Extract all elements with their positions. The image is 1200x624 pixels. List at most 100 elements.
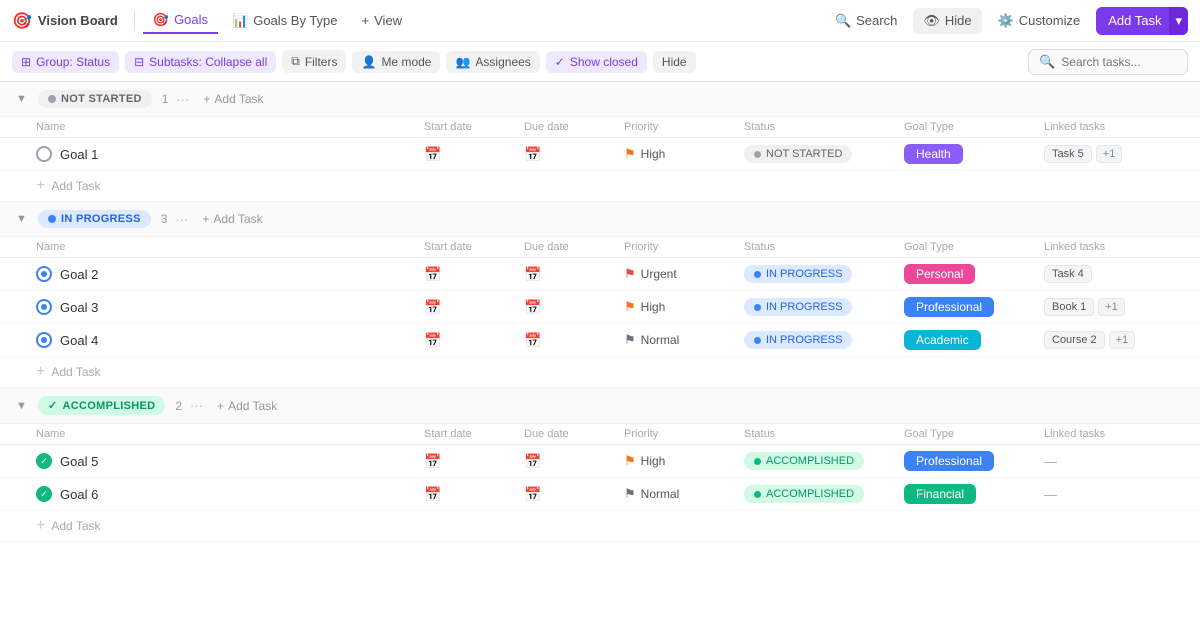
- collapse-not-started[interactable]: ▼: [16, 93, 30, 105]
- group-status-button[interactable]: ⊞ Group: Status: [12, 51, 119, 73]
- status-text-g3: IN PROGRESS: [766, 301, 842, 313]
- start-date-cell[interactable]: 📅: [424, 146, 524, 163]
- tab-goals-by-type[interactable]: 📊 Goals By Type: [222, 9, 348, 33]
- status-badge-g4: IN PROGRESS: [744, 331, 852, 349]
- in-progress-add-task[interactable]: + Add Task: [196, 210, 268, 228]
- in-progress-more[interactable]: ···: [175, 212, 188, 227]
- flag-high-g3: ⚑: [624, 299, 636, 315]
- customize-button[interactable]: ⚙️ Customize: [988, 8, 1091, 34]
- accomplished-add-row[interactable]: + Add Task: [0, 511, 1200, 542]
- status-g5: ACCOMPLISHED: [744, 452, 904, 470]
- calendar-icon[interactable]: 📅: [424, 146, 441, 163]
- task-row[interactable]: Goal 1 📅 📅 ⚑ High NOT STARTED Health Tas…: [0, 138, 1200, 171]
- task-row-goal3[interactable]: Goal 3 📅 📅 ⚑ High IN PROGRESS Profession…: [0, 291, 1200, 324]
- show-closed-button[interactable]: ✓ Show closed: [546, 51, 647, 73]
- add-task-button[interactable]: Add Task ▾: [1096, 7, 1188, 35]
- status-badge-g2: IN PROGRESS: [744, 265, 852, 283]
- assignees-icon: 👥: [455, 55, 470, 69]
- start-date-g3[interactable]: 📅: [424, 299, 524, 316]
- linked-more-g3[interactable]: +1: [1098, 298, 1125, 316]
- linked-more-g4[interactable]: +1: [1109, 331, 1136, 349]
- in-progress-add-row[interactable]: + Add Task: [0, 357, 1200, 388]
- linked-tag-g2[interactable]: Task 4: [1044, 265, 1092, 283]
- due-date-g2[interactable]: 📅: [524, 266, 624, 283]
- accomplished-add-task[interactable]: + Add Task: [211, 397, 283, 415]
- collapse-in-progress[interactable]: ▼: [16, 213, 30, 225]
- cal-g5-s[interactable]: 📅: [424, 453, 441, 470]
- start-date-g2[interactable]: 📅: [424, 266, 524, 283]
- assignees-button[interactable]: 👥 Assignees: [446, 51, 539, 73]
- cal-g2-s[interactable]: 📅: [424, 266, 441, 283]
- linked-more[interactable]: +1: [1096, 145, 1123, 163]
- task-row-goal4[interactable]: Goal 4 📅 📅 ⚑ Normal IN PROGRESS Academic…: [0, 324, 1200, 357]
- due-date-g4[interactable]: 📅: [524, 332, 624, 349]
- not-started-more[interactable]: ···: [176, 92, 189, 107]
- not-started-dot: [48, 95, 56, 103]
- due-date-g5[interactable]: 📅: [524, 453, 624, 470]
- subtasks-button[interactable]: ⊟ Subtasks: Collapse all: [125, 51, 276, 73]
- tab-view[interactable]: + View: [352, 9, 413, 32]
- status-badge-g6: ACCOMPLISHED: [744, 485, 864, 503]
- hide-label: Hide: [945, 13, 972, 28]
- search-box[interactable]: 🔍: [1028, 49, 1188, 75]
- due-date-g6[interactable]: 📅: [524, 486, 624, 503]
- hide-toolbar-button[interactable]: Hide: [653, 51, 696, 73]
- me-mode-label: Me mode: [381, 55, 431, 69]
- group-not-started-header: ▼ NOT STARTED 1 ··· + Add Task: [0, 82, 1200, 117]
- search-input[interactable]: [1061, 55, 1177, 69]
- task-row-goal5[interactable]: Goal 5 📅 📅 ⚑ High ACCOMPLISHED Professio…: [0, 445, 1200, 478]
- plus-icon: +: [203, 92, 210, 106]
- filters-button[interactable]: ⧉ Filters: [282, 50, 346, 73]
- brand-label: Vision Board: [38, 13, 118, 28]
- cal-g4-d[interactable]: 📅: [524, 332, 541, 349]
- cal-g6-s[interactable]: 📅: [424, 486, 441, 503]
- add-task-caret[interactable]: ▾: [1169, 7, 1188, 35]
- show-closed-label: Show closed: [570, 55, 638, 69]
- start-date-g5[interactable]: 📅: [424, 453, 524, 470]
- start-date-g6[interactable]: 📅: [424, 486, 524, 503]
- cal-g3-s[interactable]: 📅: [424, 299, 441, 316]
- cal-g2-d[interactable]: 📅: [524, 266, 541, 283]
- view-plus-icon: +: [362, 13, 370, 28]
- col-priority-acc: Priority: [624, 428, 744, 440]
- tab-goals[interactable]: 🎯 Goals: [143, 8, 218, 34]
- task-name-label: Goal 1: [60, 147, 98, 162]
- status-g3: IN PROGRESS: [744, 298, 904, 316]
- cal-g6-d[interactable]: 📅: [524, 486, 541, 503]
- due-date-cell[interactable]: 📅: [524, 146, 624, 163]
- linked-tag-g3[interactable]: Book 1: [1044, 298, 1094, 316]
- accomplished-more[interactable]: ···: [190, 398, 203, 413]
- cal-g4-s[interactable]: 📅: [424, 332, 441, 349]
- col-start-acc: Start date: [424, 428, 524, 440]
- me-mode-button[interactable]: 👤 Me mode: [352, 51, 440, 73]
- plus-icon-ip: +: [202, 212, 209, 226]
- search-button[interactable]: 🔍 Search: [825, 8, 907, 34]
- collapse-accomplished[interactable]: ▼: [16, 400, 30, 412]
- calendar-icon-due[interactable]: 📅: [524, 146, 541, 163]
- task-name-g2: Goal 2: [60, 267, 98, 282]
- goal-type-badge: Health: [904, 144, 963, 164]
- hide-button[interactable]: 👁 Hide: [913, 8, 981, 34]
- cal-g3-d[interactable]: 📅: [524, 299, 541, 316]
- linked-tag[interactable]: Task 5: [1044, 145, 1092, 163]
- col-name-ns: Name: [36, 121, 424, 133]
- linked-dash-g6: —: [1044, 487, 1057, 502]
- checkmark-icon: ✓: [48, 399, 58, 412]
- start-date-g4[interactable]: 📅: [424, 332, 524, 349]
- not-started-add-row[interactable]: + Add Task: [0, 171, 1200, 202]
- task-row-goal2[interactable]: Goal 2 📅 📅 ⚑ Urgent IN PROGRESS Personal…: [0, 258, 1200, 291]
- status-g6: ACCOMPLISHED: [744, 485, 904, 503]
- due-date-g3[interactable]: 📅: [524, 299, 624, 316]
- status-g2: IN PROGRESS: [744, 265, 904, 283]
- accomplished-label: ACCOMPLISHED: [63, 400, 156, 412]
- linked-tag-g4[interactable]: Course 2: [1044, 331, 1105, 349]
- col-start-ip: Start date: [424, 241, 524, 253]
- not-started-add-task[interactable]: + Add Task: [197, 90, 269, 108]
- badge-accomplished: ✓ ACCOMPLISHED: [38, 396, 165, 415]
- task-row-goal6[interactable]: Goal 6 📅 📅 ⚑ Normal ACCOMPLISHED Financi…: [0, 478, 1200, 511]
- status-text-g6: ACCOMPLISHED: [766, 488, 854, 500]
- col-status-acc: Status: [744, 428, 904, 440]
- flag-icon: ⚑: [624, 146, 636, 162]
- cal-g5-d[interactable]: 📅: [524, 453, 541, 470]
- add-row-icon-acc: +: [36, 517, 45, 535]
